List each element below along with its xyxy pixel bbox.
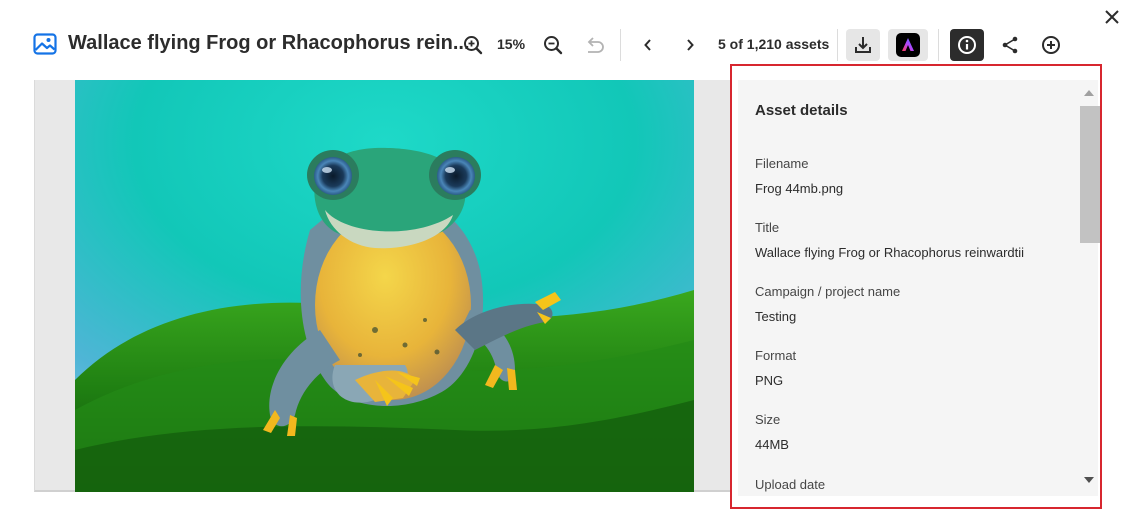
toolbar-divider (620, 29, 621, 61)
adobe-express-button[interactable] (888, 29, 928, 61)
info-icon (958, 36, 976, 54)
add-circle-icon (1042, 36, 1060, 54)
zoom-out-icon (544, 36, 563, 55)
close-icon (1105, 10, 1119, 24)
download-button[interactable] (846, 29, 880, 61)
field-value: PNG (755, 373, 784, 388)
field-filename: Filename Frog 44mb.png (755, 156, 843, 196)
field-value: Wallace flying Frog or Rhacophorus reinw… (755, 245, 1025, 260)
chevron-right-icon (687, 39, 694, 51)
asset-details-scroll-area[interactable]: Asset details Filename Frog 44mb.png Tit… (738, 80, 1100, 496)
asset-details-panel: Asset details Filename Frog 44mb.png Tit… (730, 64, 1102, 509)
zoom-level: 15% (497, 36, 526, 52)
field-label: Size (755, 412, 781, 427)
panel-scrollbar[interactable] (1078, 80, 1100, 496)
field-label: Title (755, 220, 780, 235)
add-button[interactable] (1038, 29, 1064, 61)
field-upload-date: Upload date (755, 477, 825, 502)
undo-icon (587, 37, 604, 53)
scroll-down-arrow-icon[interactable] (1084, 477, 1094, 483)
viewer-toolbar: Wallace flying Frog or Rhacophorus rein.… (0, 24, 1100, 66)
next-asset-button[interactable] (678, 29, 702, 61)
previous-asset-button[interactable] (636, 29, 660, 61)
field-size: Size 44MB (755, 412, 789, 452)
zoom-in-icon (464, 36, 483, 55)
asset-details-heading: Asset details (755, 102, 848, 119)
adobe-express-icon (896, 33, 920, 57)
image-icon (33, 33, 57, 55)
field-label: Upload date (755, 477, 826, 492)
field-value: 44MB (755, 437, 789, 452)
asset-counter: 5 of 1,210 assets (718, 36, 830, 52)
share-icon (1002, 36, 1018, 54)
field-title: Title Wallace flying Frog or Rhacophorus… (755, 220, 1024, 260)
field-label: Campaign / project name (755, 284, 901, 299)
field-value: Testing (755, 309, 797, 324)
toolbar-divider (938, 29, 939, 61)
share-button[interactable] (997, 29, 1023, 61)
download-icon (855, 37, 871, 53)
toolbar-divider (837, 29, 838, 61)
scroll-up-arrow-icon[interactable] (1084, 90, 1094, 96)
field-label: Filename (755, 156, 809, 171)
field-campaign: Campaign / project name Testing (755, 284, 900, 324)
info-button[interactable] (950, 29, 984, 61)
image-viewer (34, 80, 730, 492)
field-format: Format PNG (755, 348, 796, 388)
zoom-in-button[interactable] (460, 29, 486, 61)
chevron-left-icon (644, 39, 651, 51)
asset-preview-image[interactable] (75, 80, 694, 492)
field-label: Format (755, 348, 797, 363)
reset-zoom-button[interactable] (582, 29, 608, 61)
zoom-out-button[interactable] (540, 29, 566, 61)
field-value: Frog 44mb.png (755, 181, 844, 196)
scroll-thumb[interactable] (1080, 106, 1100, 243)
close-button[interactable] (1100, 5, 1124, 29)
asset-title: Wallace flying Frog or Rhacophorus rein.… (68, 32, 470, 54)
